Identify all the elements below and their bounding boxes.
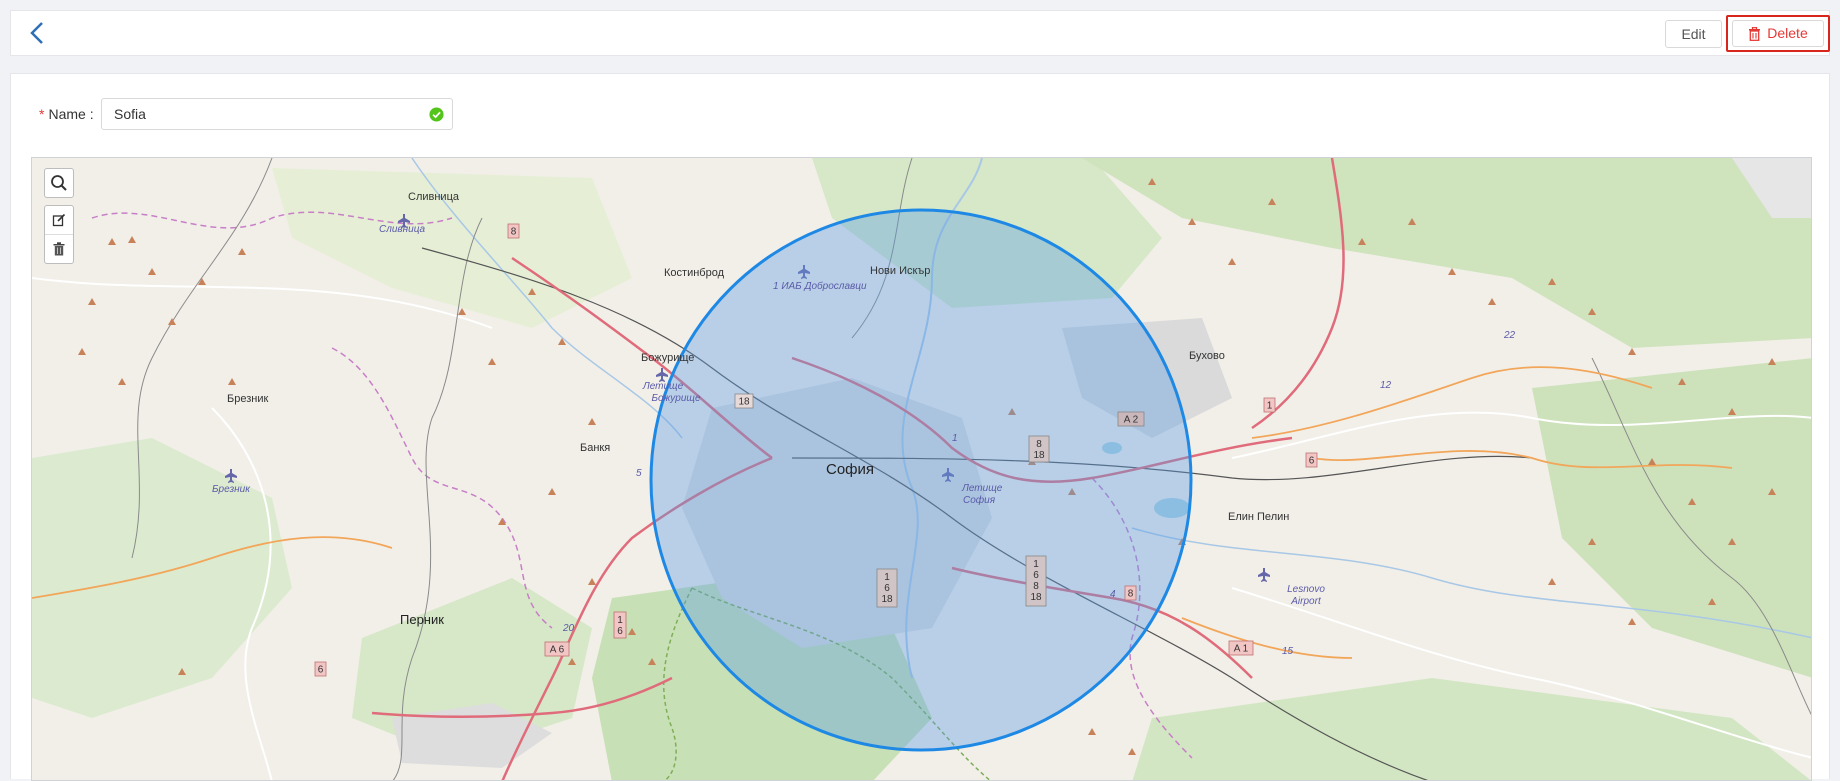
- road-number: 22: [1503, 330, 1516, 341]
- map-delete-button[interactable]: [45, 235, 73, 263]
- road-shield: 6: [1033, 570, 1039, 581]
- place-label: Сливница: [408, 191, 460, 203]
- detail-panel: * Name : Sofia Сливница Сливница Костинб…: [10, 73, 1830, 781]
- airport-label: Летище: [961, 483, 1003, 494]
- road-shield: 6: [318, 665, 324, 676]
- name-label: Name: [48, 106, 86, 122]
- road-shield: 8: [511, 227, 517, 238]
- airport-label: София: [963, 494, 996, 506]
- city-label-sofia: София: [826, 461, 874, 478]
- airport-label: 1 ИАБ Доброславци: [773, 280, 867, 292]
- road-shield: 18: [1030, 592, 1042, 603]
- place-label: Брезник: [227, 393, 268, 405]
- road-shield: 6: [617, 626, 623, 637]
- road-number: 4: [1110, 589, 1116, 600]
- road-number: 1: [952, 433, 958, 444]
- required-mark: *: [39, 106, 45, 122]
- geofence-circle[interactable]: [649, 208, 1193, 752]
- airport-label: Брезник: [212, 484, 251, 495]
- road-shield: 1: [1033, 559, 1039, 570]
- road-shield: 6: [1309, 456, 1315, 467]
- edit-button[interactable]: Edit: [1665, 20, 1722, 48]
- name-input[interactable]: [102, 99, 426, 129]
- map-edit-button[interactable]: [45, 206, 73, 234]
- place-label: Перник: [400, 612, 444, 627]
- airport-label: Airport: [1290, 596, 1322, 607]
- delete-label: Delete: [1767, 25, 1808, 41]
- place-label: Божурище: [641, 352, 694, 364]
- airport-label: Сливница: [379, 224, 426, 235]
- airport-label: Lesnovo: [1287, 584, 1325, 595]
- road-shield: 6: [884, 583, 890, 594]
- road-number: 20: [562, 623, 575, 634]
- road-number: 12: [1380, 380, 1392, 391]
- road-number: 5: [636, 468, 642, 479]
- road-shield: 18: [881, 594, 893, 605]
- airport-label: Летище: [642, 381, 684, 392]
- name-label-colon: :: [85, 106, 94, 122]
- map-view[interactable]: Сливница Сливница Костинброд Нови Искър …: [31, 157, 1812, 781]
- trash-icon: [53, 242, 65, 256]
- delete-button-highlight: Delete: [1726, 15, 1830, 52]
- road-shield: 18: [1033, 450, 1045, 461]
- road-shield: A 2: [1124, 415, 1139, 426]
- search-icon: [51, 175, 67, 191]
- place-label: Банкя: [580, 442, 610, 454]
- road-shield: 1: [1267, 401, 1273, 412]
- road-shield: A 6: [550, 645, 565, 656]
- map-draw-toolbar: [44, 205, 74, 264]
- edit-icon: [52, 213, 66, 227]
- road-shield: 1: [617, 615, 623, 626]
- check-circle-icon: [429, 107, 444, 122]
- delete-button[interactable]: Delete: [1732, 20, 1824, 47]
- place-label: Бухово: [1189, 350, 1225, 362]
- name-field[interactable]: [101, 98, 453, 130]
- top-toolbar: Edit Delete: [10, 10, 1830, 56]
- back-button[interactable]: [25, 20, 51, 46]
- map-search-control: [44, 168, 74, 198]
- map-search-button[interactable]: [45, 169, 73, 197]
- name-form-row: * Name :: [39, 98, 94, 130]
- road-shield: 18: [738, 397, 750, 408]
- road-number: 15: [1282, 646, 1294, 657]
- place-label: Нови Искър: [870, 265, 930, 277]
- road-shield: 8: [1036, 439, 1042, 450]
- road-shield: 8: [1033, 581, 1039, 592]
- trash-icon: [1749, 26, 1761, 41]
- place-label: Елин Пелин: [1228, 511, 1289, 523]
- map-base-layer: Сливница Сливница Костинброд Нови Искър …: [32, 158, 1811, 780]
- road-shield: 1: [884, 572, 890, 583]
- chevron-left-icon: [30, 22, 43, 44]
- road-shield: 8: [1128, 589, 1134, 600]
- airport-label: Божурище: [651, 393, 700, 404]
- place-label: Костинброд: [664, 267, 725, 279]
- road-shield: A 1: [1234, 644, 1249, 655]
